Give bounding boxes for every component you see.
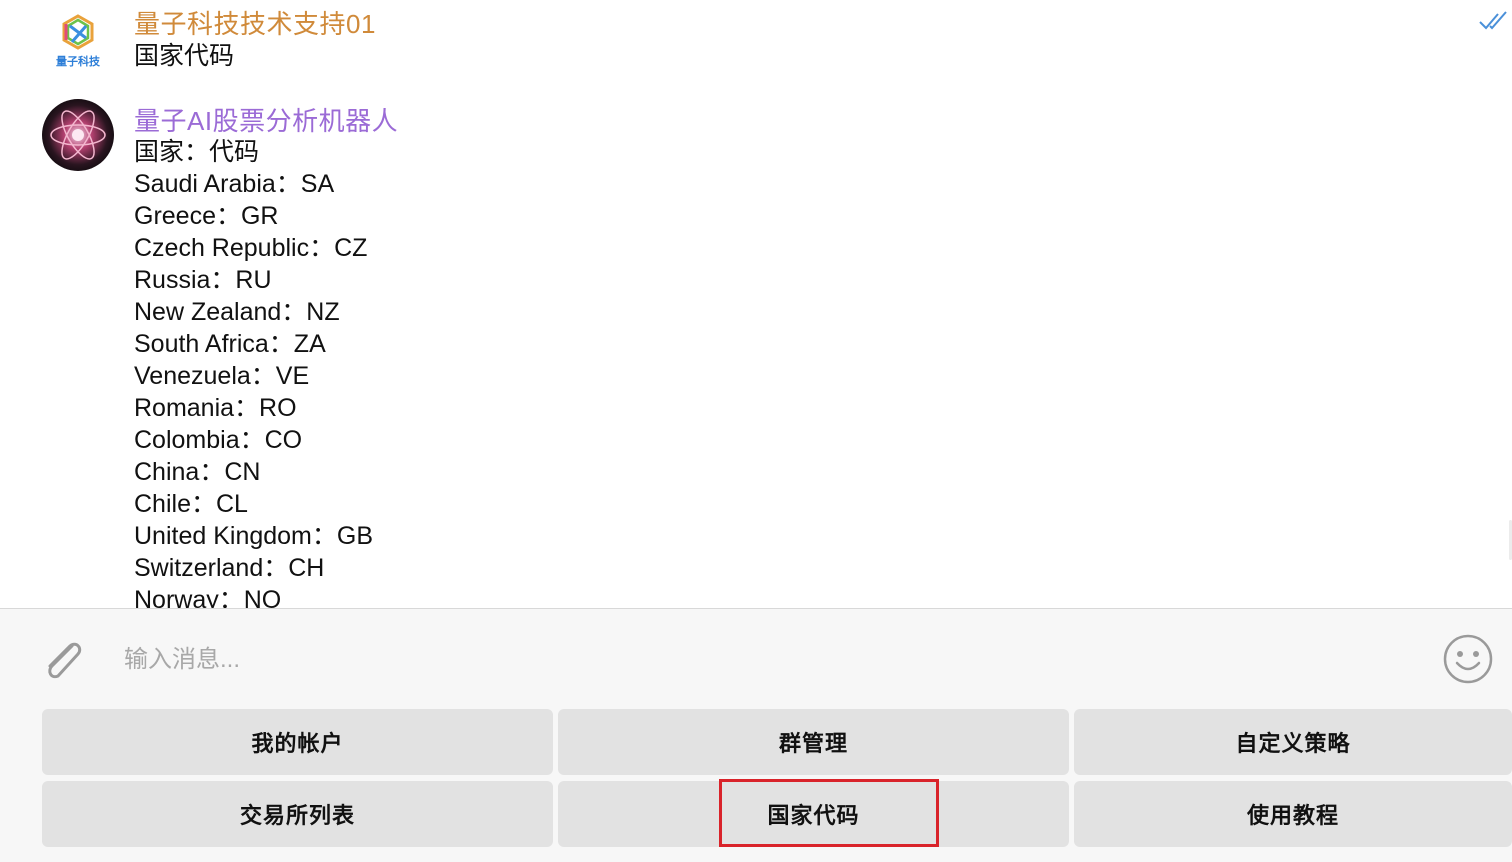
list-item: Norway：NO <box>134 586 282 608</box>
keyboard-button-tutorial[interactable]: 使用教程 <box>1074 781 1512 847</box>
list-item: Colombia：CO <box>134 426 303 454</box>
paperclip-icon[interactable] <box>38 632 88 684</box>
list-item: Switzerland：CH <box>134 554 325 582</box>
list-item: South Africa：ZA <box>134 330 326 358</box>
keyboard-button-group-manage[interactable]: 群管理 <box>558 709 1069 775</box>
chat-history[interactable]: 量子科技 量子科技技术支持01 国家代码 量子AI股票分析机器人 国家：代码 S… <box>0 0 1512 608</box>
avatar-logo-text: 量子科技 <box>56 54 101 68</box>
keyboard-button-exchange-list[interactable]: 交易所列表 <box>42 781 553 847</box>
highlight-box <box>719 779 939 847</box>
sender-name[interactable]: 量子科技技术支持01 <box>134 4 376 41</box>
read-double-check-icon <box>1479 11 1507 30</box>
bot-avatar[interactable] <box>42 99 114 171</box>
list-item: 国家：代码 <box>134 138 260 166</box>
list-item: Greece：GR <box>134 202 279 230</box>
quantum-logo-icon: 量子科技 <box>56 14 101 68</box>
list-item: New Zealand：NZ <box>134 298 340 326</box>
keyboard-button-my-account[interactable]: 我的帐户 <box>42 709 553 775</box>
message-text: 国家代码 <box>134 42 235 70</box>
sender-name[interactable]: 量子AI股票分析机器人 <box>134 101 398 138</box>
message-input[interactable] <box>122 640 1416 680</box>
support-avatar[interactable]: 量子科技 <box>42 4 114 76</box>
list-item: Saudi Arabia：SA <box>134 170 335 198</box>
list-item: United Kingdom：GB <box>134 522 374 550</box>
list-item: China：CN <box>134 458 261 486</box>
smiley-icon[interactable] <box>1442 633 1494 685</box>
keyboard-button-custom-strategy[interactable]: 自定义策略 <box>1074 709 1512 775</box>
list-item: Russia：RU <box>134 266 272 294</box>
atom-avatar-icon <box>42 99 114 171</box>
list-item: Czech Republic：CZ <box>134 234 368 262</box>
list-item: Chile：CL <box>134 490 248 518</box>
list-item: Romania：RO <box>134 394 297 422</box>
country-code-list: 国家：代码 Saudi Arabia：SA Greece：GR Czech Re… <box>134 136 373 608</box>
list-item: Venezuela：VE <box>134 362 310 390</box>
